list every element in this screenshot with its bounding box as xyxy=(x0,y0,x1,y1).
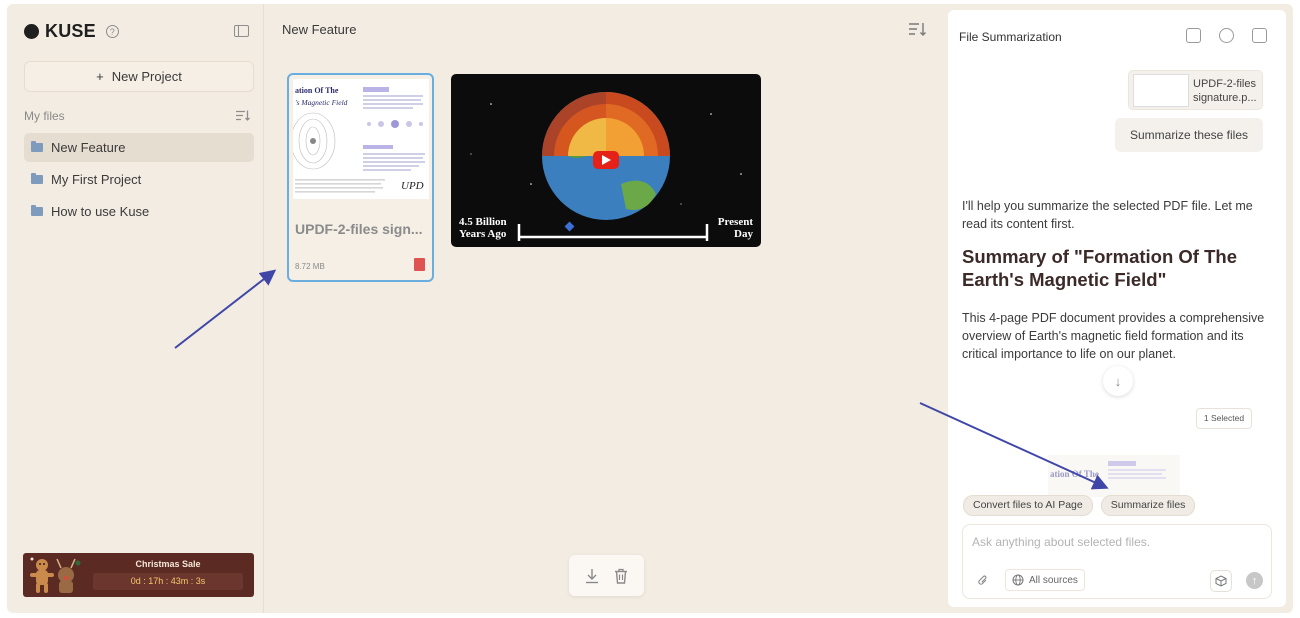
model-cube-button[interactable] xyxy=(1210,570,1232,592)
plus-icon: + xyxy=(96,69,104,84)
panel-toolbar xyxy=(1186,28,1267,43)
folder-label: New Feature xyxy=(51,140,126,155)
history-clock-icon[interactable] xyxy=(1219,28,1234,43)
app-window: KUSE ? + New Project My files New Featur… xyxy=(7,4,1293,613)
brand-name: KUSE xyxy=(45,21,96,41)
bulk-action-bar xyxy=(569,555,644,596)
pdf-thumbnail: ation Of The 's Magnetic Field UPD xyxy=(293,79,429,199)
new-project-button[interactable]: + New Project xyxy=(24,61,254,92)
thumb-logo: UPD xyxy=(401,180,424,192)
promo-title: Christmas Sale xyxy=(135,559,201,569)
trash-icon[interactable] xyxy=(613,568,629,584)
logo[interactable]: KUSE ? xyxy=(24,21,119,42)
chat-input-box: All sources ↑ xyxy=(962,524,1272,599)
pdf-file-icon xyxy=(414,258,425,271)
svg-text:ation Of The: ation Of The xyxy=(1050,469,1099,479)
sidebar-item-my-first-project[interactable]: My First Project xyxy=(24,165,254,194)
attached-file-thumbnail xyxy=(1133,74,1189,107)
video-caption-left: 4.5 Billion Years Ago xyxy=(459,216,507,240)
promo-countdown: 0d : 17h : 43m : 3s xyxy=(93,573,243,590)
sidebar: KUSE ? + New Project My files New Featur… xyxy=(7,4,264,613)
all-sources-button[interactable]: All sources xyxy=(1005,569,1085,591)
filter-sort-icon[interactable] xyxy=(236,110,250,121)
my-files-label: My files xyxy=(24,109,65,123)
convert-to-ai-page-chip[interactable]: Convert files to AI Page xyxy=(963,495,1093,516)
arrow-up-icon: ↑ xyxy=(1251,574,1258,587)
summarize-files-chip[interactable]: Summarize files xyxy=(1100,495,1196,516)
thumb-heading: ation Of The xyxy=(295,86,339,95)
file-summarization-panel: File Summarization UPDF-2-files signatur… xyxy=(948,10,1286,607)
folder-icon xyxy=(31,173,43,184)
paperclip-icon[interactable] xyxy=(977,575,989,587)
help-icon[interactable]: ? xyxy=(105,25,119,38)
folder-label: My First Project xyxy=(51,172,142,187)
download-icon[interactable] xyxy=(584,568,600,584)
sort-icon[interactable] xyxy=(909,22,927,36)
sources-label: All sources xyxy=(1029,574,1078,586)
folder-label: How to use Kuse xyxy=(51,204,150,219)
sidebar-collapse-icon[interactable] xyxy=(234,25,249,37)
summary-heading: Summary of "Formation Of The Earth's Mag… xyxy=(962,246,1237,290)
send-button[interactable]: ↑ xyxy=(1246,572,1263,589)
panel-toggle-icon[interactable] xyxy=(1252,28,1267,43)
video-caption-right: Present Day xyxy=(717,216,753,240)
file-name: UPDF-2-files sign... xyxy=(295,221,423,237)
arrow-down-icon: ↓ xyxy=(1114,373,1122,389)
scroll-down-button[interactable]: ↓ xyxy=(1103,366,1133,396)
thumb-subheading: 's Magnetic Field xyxy=(295,98,348,107)
christmas-sale-banner[interactable]: Christmas Sale 0d : 17h : 43m : 3s xyxy=(23,553,254,597)
new-chat-icon[interactable] xyxy=(1186,28,1201,43)
suggestion-chips: Convert files to AI Page Summarize files xyxy=(963,495,1196,516)
video-file-card[interactable]: 4.5 Billion Years Ago Present Day xyxy=(451,74,761,247)
selected-count-badge: 1 Selected xyxy=(1196,408,1252,429)
panel-title: File Summarization xyxy=(959,30,1062,44)
attached-file-name: UPDF-2-files signature.p... xyxy=(1193,78,1257,104)
folder-icon xyxy=(31,205,43,216)
summary-body: This 4-page PDF document provides a comp… xyxy=(962,311,1265,361)
gingerbread-reindeer-illustration xyxy=(30,557,81,593)
sidebar-item-new-feature[interactable]: New Feature xyxy=(24,133,254,162)
folder-icon xyxy=(31,141,43,152)
cube-icon xyxy=(1215,575,1227,587)
chat-input[interactable] xyxy=(972,535,1262,549)
file-size: 8.72 MB xyxy=(295,262,325,271)
page-title: New Feature xyxy=(282,22,357,37)
main-content: New Feature ation Of The 's Magnetic Fie… xyxy=(264,4,946,613)
user-message-bubble: Summarize these files xyxy=(1115,118,1263,152)
assistant-intro-text: I'll help you summarize the selected PDF… xyxy=(962,199,1253,231)
selected-file-preview: ation Of The xyxy=(1048,455,1180,497)
sidebar-item-how-to-use-kuse[interactable]: How to use Kuse xyxy=(24,197,254,226)
pdf-file-card[interactable]: ation Of The 's Magnetic Field UPD UPDF-… xyxy=(287,73,434,282)
folder-list: New Feature My First Project How to use … xyxy=(24,133,254,229)
globe-icon xyxy=(1012,574,1024,586)
logo-mark-icon xyxy=(24,24,39,39)
attached-file-chip[interactable]: UPDF-2-files signature.p... xyxy=(1128,70,1263,110)
new-project-label: New Project xyxy=(111,69,182,84)
